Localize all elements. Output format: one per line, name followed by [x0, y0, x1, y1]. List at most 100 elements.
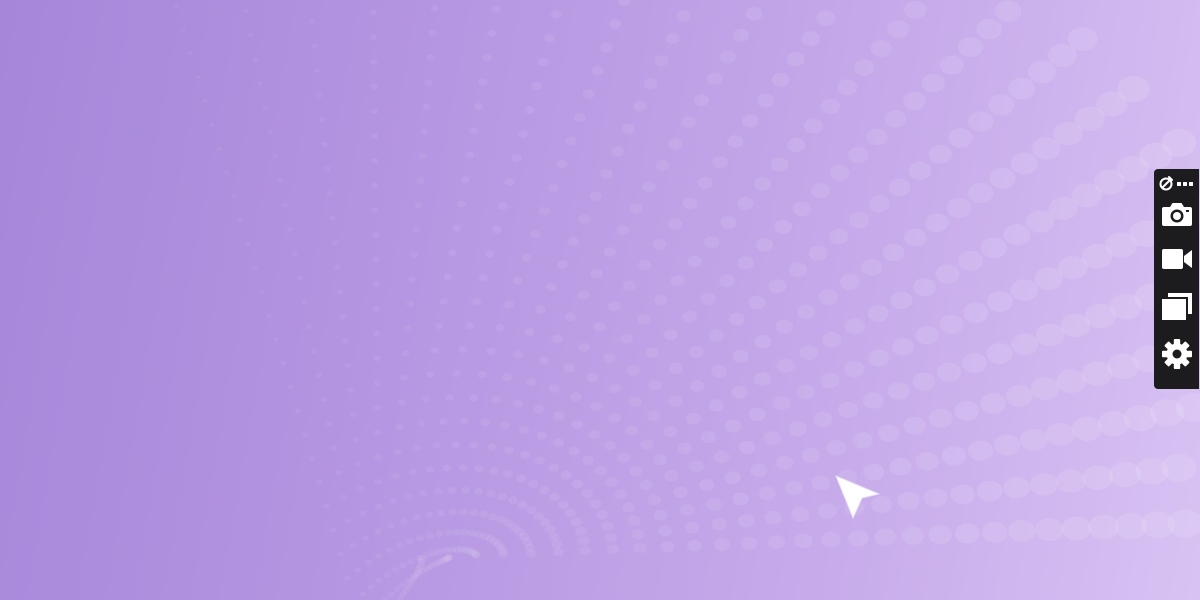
- wallpaper-dot: [813, 411, 833, 427]
- wallpaper-dot: [374, 478, 382, 485]
- wallpaper-dot: [828, 229, 849, 245]
- wallpaper-dot: [768, 279, 787, 294]
- windows-button[interactable]: [1158, 287, 1196, 325]
- wallpaper-dot: [577, 290, 590, 300]
- wallpaper-dot: [925, 213, 949, 233]
- wallpaper-dot: [882, 243, 905, 262]
- wallpaper-dot: [1027, 60, 1056, 84]
- wallpaper-dot: [565, 312, 577, 322]
- wallpaper-dot: [536, 431, 548, 440]
- wallpaper-dot: [728, 312, 745, 326]
- wallpaper-dot: [897, 492, 920, 510]
- wallpaper-dot: [707, 72, 723, 85]
- wallpaper-dot: [435, 530, 444, 537]
- wallpaper-dot: [1056, 469, 1086, 493]
- wallpaper-dot: [452, 224, 462, 232]
- wallpaper-dot: [724, 471, 741, 484]
- wallpaper-dot: [557, 500, 569, 510]
- wallpaper-dot: [848, 212, 869, 229]
- wallpaper-dot: [410, 251, 419, 258]
- wallpaper-dot: [429, 549, 438, 557]
- wallpaper-dot: [452, 528, 462, 536]
- wallpaper-dot: [428, 29, 437, 37]
- wallpaper-dot: [513, 350, 524, 359]
- wallpaper-dot: [670, 275, 685, 287]
- wallpaper-dot: [406, 300, 414, 307]
- wallpaper-dot: [648, 379, 663, 391]
- record-video-button[interactable]: [1158, 240, 1196, 278]
- wallpaper-dot: [426, 466, 435, 473]
- wallpaper-dot: [458, 464, 468, 472]
- wallpaper-dot: [689, 460, 704, 473]
- wallpaper-dot: [700, 292, 717, 305]
- capture-toolbar: [1154, 169, 1199, 389]
- wallpaper-dot: [445, 394, 455, 401]
- wallpaper-dot: [465, 151, 475, 159]
- wallpaper-dot: [589, 499, 602, 509]
- wallpaper-dot: [791, 507, 810, 522]
- wallpaper-dot: [1045, 422, 1075, 446]
- wallpaper-dot: [1082, 465, 1114, 491]
- wallpaper-dot: [321, 141, 328, 147]
- wallpaper-dot: [1161, 128, 1197, 157]
- wallpaper-dot: [732, 492, 749, 506]
- wallpaper-dot: [374, 503, 382, 510]
- wallpaper-dot: [616, 225, 630, 236]
- wallpaper-dot: [771, 72, 790, 87]
- wallpaper-dot: [738, 514, 755, 528]
- wallpaper-dot: [663, 329, 678, 341]
- wallpaper-dot: [451, 441, 461, 448]
- wallpaper-dot: [425, 532, 435, 539]
- wallpaper-dot: [432, 442, 441, 449]
- wallpaper-dot: [838, 401, 859, 418]
- wallpaper-dot: [801, 447, 820, 463]
- wallpaper-dot: [689, 380, 705, 392]
- wallpaper-dot: [912, 278, 936, 297]
- wallpaper-dot: [387, 522, 396, 529]
- wallpaper-dot: [287, 384, 294, 390]
- toolbar-top-controls[interactable]: [1157, 173, 1197, 193]
- wallpaper-dot: [908, 161, 932, 180]
- wallpaper-dot: [500, 421, 510, 430]
- wallpaper-dot-pattern: [174, 0, 1200, 600]
- wallpaper-dot: [625, 425, 639, 436]
- wallpaper-dot: [556, 159, 568, 169]
- wallpaper-dot: [742, 114, 759, 128]
- wallpaper-dot: [352, 436, 359, 443]
- settings-button[interactable]: [1158, 335, 1196, 373]
- wallpaper-dot: [362, 535, 370, 541]
- wallpaper-dot: [537, 57, 549, 67]
- wallpaper-dot: [374, 454, 382, 460]
- wallpaper-dot: [682, 310, 697, 323]
- wallpaper-dot: [1088, 514, 1120, 540]
- wallpaper-dot: [712, 155, 728, 169]
- wallpaper-dot: [485, 250, 495, 258]
- wallpaper-dot: [296, 275, 303, 281]
- wallpaper-dot: [373, 380, 381, 386]
- wallpaper-dot: [797, 304, 816, 320]
- wallpaper-dot: [188, 51, 194, 56]
- wallpaper-dot: [655, 159, 670, 171]
- wallpaper-dot: [708, 399, 724, 412]
- wallpaper-dot: [939, 314, 964, 334]
- wallpaper-dot: [764, 510, 782, 525]
- wallpaper-dot: [524, 105, 535, 115]
- wallpaper-dot: [511, 153, 522, 162]
- wallpaper-dot: [788, 262, 807, 278]
- wallpaper-dot: [868, 349, 890, 367]
- screenshot-button[interactable]: [1158, 195, 1196, 233]
- wallpaper-dot: [711, 365, 727, 378]
- wallpaper-dot: [676, 10, 691, 22]
- wallpaper-dot: [928, 525, 952, 545]
- wallpaper-dot: [714, 450, 730, 464]
- wallpaper-dot: [954, 523, 980, 544]
- wallpaper-dot: [486, 29, 497, 37]
- wallpaper-dot: [301, 432, 308, 438]
- wallpaper-dot: [387, 591, 395, 598]
- wallpaper-dot: [422, 103, 431, 111]
- wallpaper-dot: [727, 135, 744, 148]
- wallpaper-dot: [336, 289, 344, 295]
- wallpaper-dot: [989, 167, 1016, 189]
- wallpaper-dot: [589, 191, 602, 202]
- wallpaper-dot: [848, 530, 869, 547]
